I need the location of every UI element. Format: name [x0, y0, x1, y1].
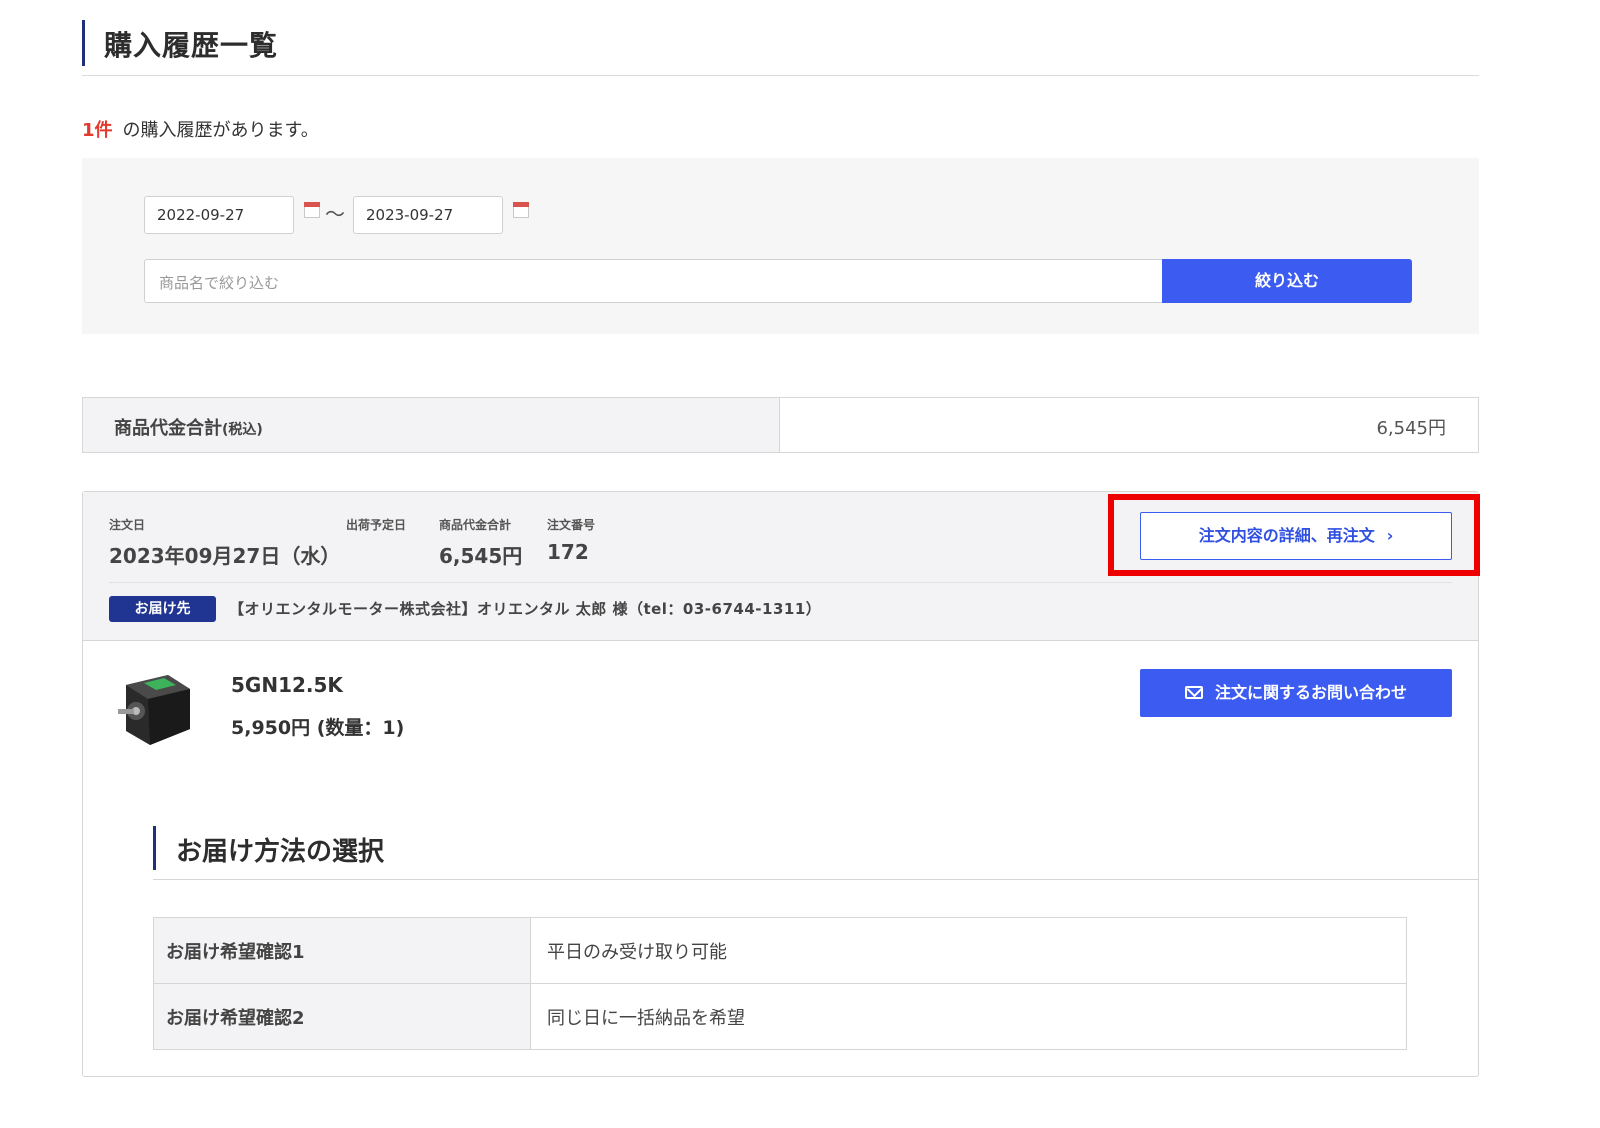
- total-label-tax: (税込): [222, 422, 263, 438]
- divider: [109, 582, 1452, 583]
- chevron-right-icon: ›: [1386, 526, 1394, 545]
- table-row: お届け希望確認1 平日のみ受け取り可能: [153, 917, 1407, 984]
- total-value: 6,545円: [1376, 418, 1446, 439]
- result-count-line: 1件 の購入履歴があります。: [82, 116, 319, 142]
- title-accent-bar: [82, 20, 85, 66]
- date-range-separator: 〜: [325, 202, 345, 226]
- order-detail-reorder-button[interactable]: 注文内容の詳細、再注文 ›: [1140, 512, 1452, 560]
- product-price: 5,950円 (数量：1): [231, 717, 405, 739]
- table-row: お届け希望確認2 同じ日に一括納品を希望: [153, 983, 1407, 1050]
- delivery-pref-label: お届け希望確認2: [153, 983, 531, 1050]
- delivery-section-title: お届け方法の選択: [176, 837, 385, 867]
- filter-button[interactable]: 絞り込む: [1162, 259, 1412, 303]
- calendar-icon[interactable]: [513, 202, 529, 218]
- total-label-text: 商品代金合計: [114, 418, 222, 439]
- delivery-pref-value: 平日のみ受け取り可能: [530, 917, 1407, 984]
- mail-icon: [1184, 686, 1203, 699]
- order-number-label: 注文番号: [547, 518, 596, 532]
- delivery-preferences-table: お届け希望確認1 平日のみ受け取り可能 お届け希望確認2 同じ日に一括納品を希望: [153, 917, 1407, 1050]
- delivery-pref-value: 同じ日に一括納品を希望: [530, 983, 1407, 1050]
- calendar-icon[interactable]: [304, 202, 320, 218]
- delivery-pref-label: お届け希望確認1: [153, 917, 531, 984]
- order-detail-reorder-label: 注文内容の詳細、再注文: [1198, 526, 1375, 545]
- order-inquiry-label: 注文に関するお問い合わせ: [1214, 683, 1407, 702]
- destination-badge: お届け先: [109, 596, 216, 622]
- result-count-text: の購入履歴があります。: [122, 120, 319, 141]
- order-subtotal-label: 商品代金合計: [439, 518, 512, 532]
- product-name-filter-input[interactable]: 商品名で絞り込む: [144, 259, 1163, 303]
- result-count: 1件: [82, 120, 113, 141]
- order-subtotal: 6,545円: [439, 544, 523, 568]
- order-date: 2023年09月27日（水）: [109, 544, 341, 568]
- order-inquiry-button[interactable]: 注文に関するお問い合わせ: [1140, 669, 1452, 717]
- section-accent-bar: [153, 826, 156, 870]
- destination-address: 【オリエンタルモーター株式会社】オリエンタル 太郎 様（tel：03-6744-…: [229, 600, 822, 618]
- delivery-section-header: お届け方法の選択: [153, 826, 1478, 880]
- ship-date-label: 出荷予定日: [346, 518, 407, 532]
- order-number: 172: [547, 540, 589, 564]
- total-label: 商品代金合計(税込): [83, 398, 780, 452]
- page-title: 購入履歴一覧: [104, 29, 279, 62]
- date-to-input[interactable]: 2023-09-27: [353, 196, 503, 234]
- gear-motor-image[interactable]: [106, 667, 194, 749]
- total-summary-table: 商品代金合計(税込) 6,545円: [82, 397, 1479, 453]
- page-header: 購入履歴一覧: [82, 20, 1479, 76]
- product-name[interactable]: 5GN12.5K: [231, 673, 343, 697]
- filter-panel: 2022-09-27 〜 2023-09-27 商品名で絞り込む 絞り込む: [82, 158, 1479, 334]
- order-date-label: 注文日: [109, 518, 146, 532]
- date-from-input[interactable]: 2022-09-27: [144, 196, 294, 234]
